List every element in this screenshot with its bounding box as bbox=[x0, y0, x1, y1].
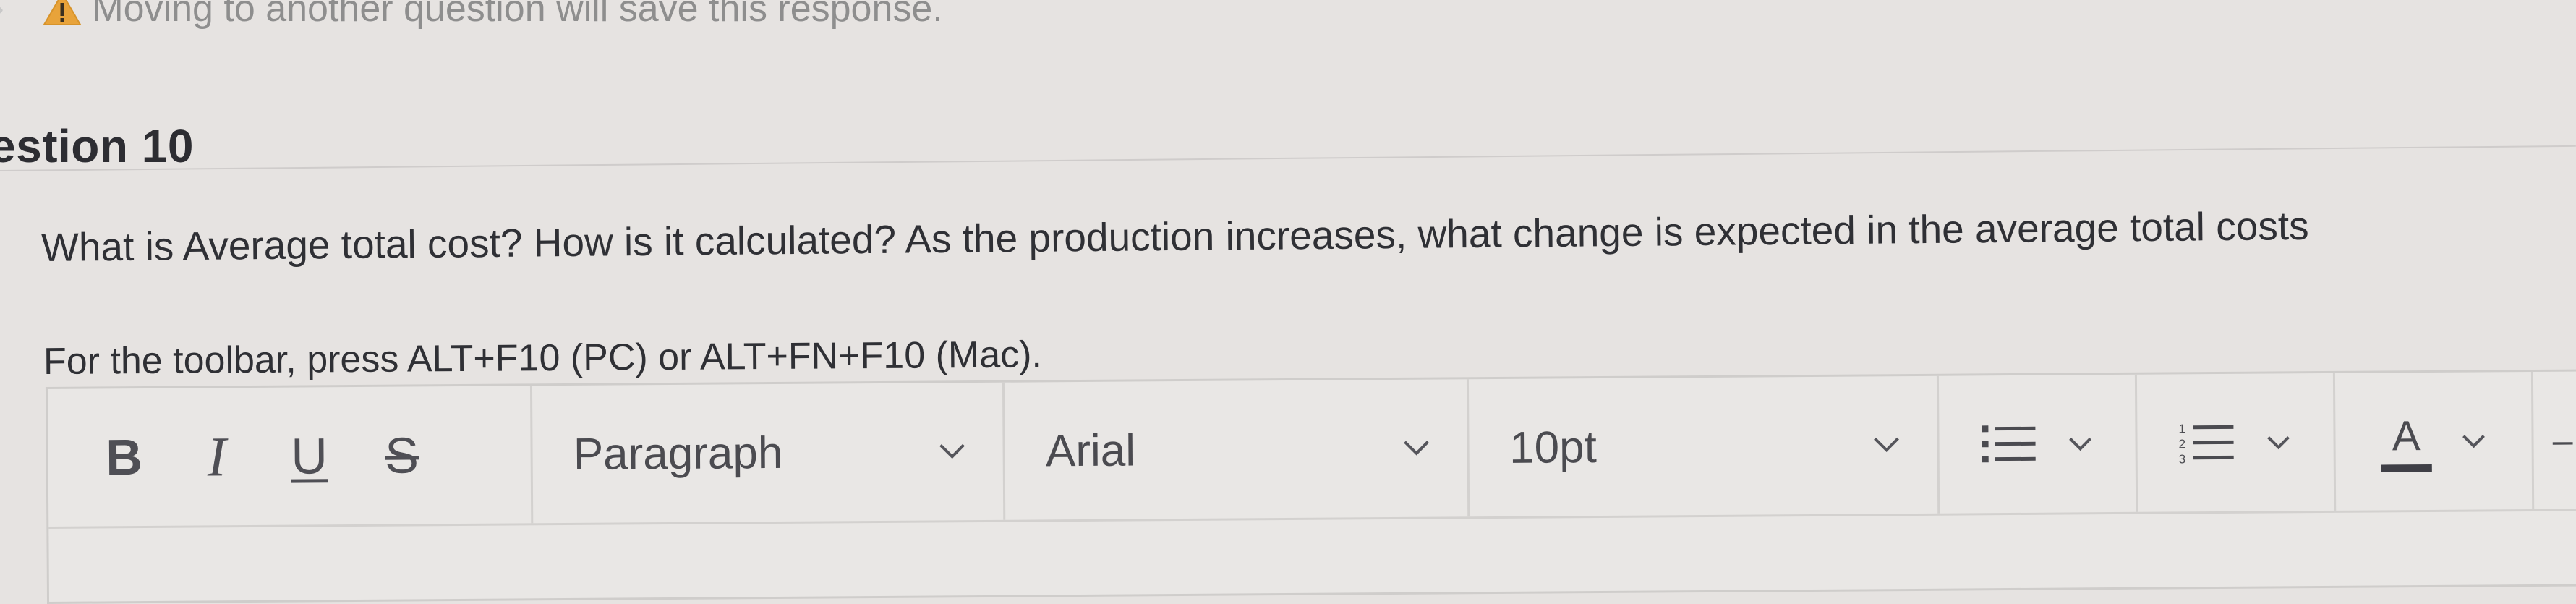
question-title: estion 10 bbox=[0, 120, 194, 172]
rich-text-editor[interactable]: B I U S Paragraph Arial 10pt 1 2 3 A – bbox=[45, 369, 2576, 604]
svg-text:2: 2 bbox=[2179, 437, 2186, 451]
svg-text:3: 3 bbox=[2179, 452, 2186, 466]
chevron-down-icon bbox=[937, 435, 968, 467]
paragraph-select-label: Paragraph bbox=[573, 428, 783, 480]
color-swatch-bar bbox=[2381, 464, 2432, 472]
chevron-down-icon bbox=[2459, 426, 2488, 455]
chevron-down-icon bbox=[1870, 428, 1902, 460]
text-color-button[interactable]: A bbox=[2334, 371, 2535, 511]
more-toolbar-button[interactable]: – bbox=[2533, 371, 2576, 509]
font-family-select[interactable]: Arial bbox=[1005, 379, 1470, 520]
font-size-select-label: 10pt bbox=[1509, 422, 1598, 473]
warning-text: Moving to another question will save thi… bbox=[92, 0, 943, 30]
italic-button[interactable]: I bbox=[195, 425, 239, 488]
toolbar-hint: For the toolbar, press ALT+F10 (PC) or A… bbox=[43, 333, 1043, 383]
numbered-list-button[interactable]: 1 2 3 bbox=[2136, 373, 2337, 512]
paragraph-select[interactable]: Paragraph bbox=[532, 382, 1006, 524]
chevron-down-icon bbox=[2066, 429, 2095, 458]
save-warning: › Moving to another question will save t… bbox=[0, 0, 943, 30]
bold-button[interactable]: B bbox=[102, 429, 145, 485]
chevron-down-icon bbox=[2264, 428, 2293, 456]
bullet-list-button[interactable] bbox=[1938, 374, 2138, 514]
svg-text:1: 1 bbox=[2179, 422, 2186, 435]
chevron-right-icon: › bbox=[0, 0, 4, 25]
strikethrough-button[interactable]: S bbox=[380, 427, 423, 483]
bullet-list-icon bbox=[1979, 418, 2041, 471]
underline-button[interactable]: U bbox=[287, 428, 330, 484]
question-text: What is Average total cost? How is it ca… bbox=[40, 203, 2309, 270]
text-color-icon: A bbox=[2379, 411, 2434, 472]
text-color-letter: A bbox=[2392, 412, 2421, 460]
divider bbox=[0, 145, 2576, 171]
font-family-select-label: Arial bbox=[1045, 425, 1136, 476]
chevron-down-icon bbox=[1400, 432, 1432, 464]
numbered-list-icon: 1 2 3 bbox=[2178, 417, 2239, 469]
format-buttons: B I U S bbox=[47, 386, 534, 527]
warning-triangle-icon bbox=[43, 0, 82, 26]
more-icon: – bbox=[2552, 420, 2573, 461]
font-size-select[interactable]: 10pt bbox=[1468, 375, 1940, 517]
editor-toolbar: B I U S Paragraph Arial 10pt 1 2 3 A – bbox=[47, 371, 2576, 529]
